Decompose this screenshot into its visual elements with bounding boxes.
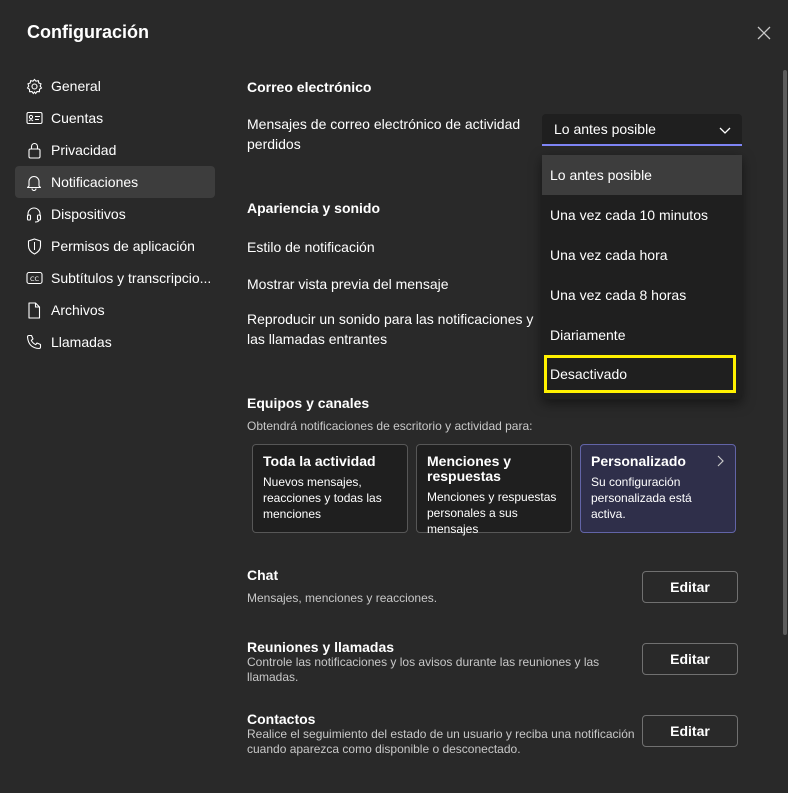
appearance-section-title: Apariencia y sonido [247, 200, 381, 216]
sound-label-line1: Reproducir un sonido para las notificaci… [247, 311, 534, 327]
option-every-10-minutes[interactable]: Una vez cada 10 minutos [542, 195, 742, 235]
sidebar-item-llamadas[interactable]: Llamadas [15, 326, 215, 358]
option-label: Una vez cada 8 horas [550, 287, 687, 303]
notification-style-label: Estilo de notificación [247, 239, 375, 255]
chat-section-title: Chat [247, 567, 279, 583]
card-description: Menciones y respuestas personales a sus … [427, 490, 557, 536]
chevron-right-icon [717, 455, 724, 467]
card-description: Su configuración personalizada está acti… [591, 475, 692, 521]
close-button[interactable] [752, 22, 776, 44]
id-card-icon [25, 109, 43, 127]
meetings-section-desc: Controle las notificaciones y los avisos… [247, 655, 600, 684]
lock-icon [25, 141, 43, 159]
option-label: Desactivado [550, 366, 628, 382]
teams-section-title: Equipos y canales [247, 395, 370, 411]
shield-icon [25, 237, 43, 255]
gear-icon [25, 77, 43, 95]
card-mentions-replies[interactable]: Menciones y respuestas Menciones y respu… [416, 444, 572, 536]
sidebar-item-permisos[interactable]: Permisos de aplicación [15, 230, 215, 262]
sidebar-item-label: Privacidad [51, 142, 117, 158]
option-off[interactable]: Desactivado [544, 355, 736, 393]
dialog-title: Configuración [27, 22, 149, 42]
option-label: Una vez cada hora [550, 247, 668, 263]
sidebar-item-archivos[interactable]: Archivos [15, 294, 215, 326]
sound-label-line2: las llamadas entrantes [247, 331, 388, 347]
contacts-section-desc: Realice el seguimiento del estado de un … [247, 727, 635, 756]
sidebar-item-label: Dispositivos [51, 206, 126, 222]
sidebar-item-privacidad[interactable]: Privacidad [15, 134, 215, 166]
email-frequency-dropdown[interactable]: Lo antes posible [542, 114, 742, 146]
sidebar-item-label: Notificaciones [51, 174, 139, 190]
sidebar-item-label: Llamadas [51, 334, 112, 350]
cc-icon: CC [25, 269, 43, 287]
dropdown-selected-value: Lo antes posible [554, 121, 656, 137]
email-frequency-menu: Lo antes posible Una vez cada 10 minutos… [542, 155, 742, 399]
settings-sidebar: General Cuentas Privacidad Notificacione… [15, 70, 215, 358]
sidebar-item-dispositivos[interactable]: Dispositivos [15, 198, 215, 230]
option-every-hour[interactable]: Una vez cada hora [542, 235, 742, 275]
svg-text:CC: CC [29, 275, 39, 283]
sidebar-item-label: Archivos [51, 302, 105, 318]
option-every-8-hours[interactable]: Una vez cada 8 horas [542, 275, 742, 315]
file-icon [25, 301, 43, 319]
email-section-title: Correo electrónico [247, 79, 372, 95]
sidebar-item-label: Permisos de aplicación [51, 238, 195, 254]
sidebar-item-subtitulos[interactable]: CC Subtítulos y transcripcio... [15, 262, 215, 294]
meetings-edit-button[interactable]: Editar [642, 643, 738, 675]
meetings-section-title: Reuniones y llamadas [247, 639, 395, 655]
sidebar-item-notificaciones[interactable]: Notificaciones [15, 166, 215, 198]
option-label: Lo antes posible [550, 167, 652, 183]
contacts-section-title: Contactos [247, 711, 316, 727]
missed-activity-label-line1: Mensajes de correo electrónico de activi… [247, 116, 521, 132]
card-all-activity[interactable]: Toda la actividad Nuevos mensajes, reacc… [252, 444, 408, 533]
sidebar-item-general[interactable]: General [15, 70, 215, 102]
chat-section-desc: Mensajes, menciones y reacciones. [247, 591, 438, 605]
phone-icon [25, 333, 43, 351]
card-title: Toda la actividad [263, 453, 376, 469]
contacts-edit-button[interactable]: Editar [642, 715, 738, 747]
chevron-up-icon [719, 127, 731, 134]
sidebar-item-label: Subtítulos y transcripcio... [51, 270, 212, 286]
chat-edit-button[interactable]: Editar [642, 571, 738, 603]
sidebar-item-label: General [51, 78, 101, 94]
option-label: Una vez cada 10 minutos [550, 207, 708, 223]
card-title: Menciones y respuestas [427, 453, 512, 484]
message-preview-label: Mostrar vista previa del mensaje [247, 276, 449, 292]
card-title: Personalizado [591, 453, 686, 469]
option-asap[interactable]: Lo antes posible [542, 155, 742, 195]
sidebar-item-cuentas[interactable]: Cuentas [15, 102, 215, 134]
teams-section-subtitle: Obtendrá notificaciones de escritorio y … [247, 419, 533, 433]
bell-icon [25, 173, 43, 191]
close-icon [757, 26, 771, 40]
headset-icon [25, 205, 43, 223]
card-custom[interactable]: Personalizado Su configuración personali… [580, 444, 736, 533]
card-description: Nuevos mensajes, reacciones y todas las … [263, 475, 382, 521]
option-daily[interactable]: Diariamente [542, 315, 742, 355]
missed-activity-label-line2: perdidos [247, 136, 301, 152]
scrollbar[interactable] [783, 70, 787, 635]
sidebar-item-label: Cuentas [51, 110, 104, 126]
option-label: Diariamente [550, 327, 626, 343]
